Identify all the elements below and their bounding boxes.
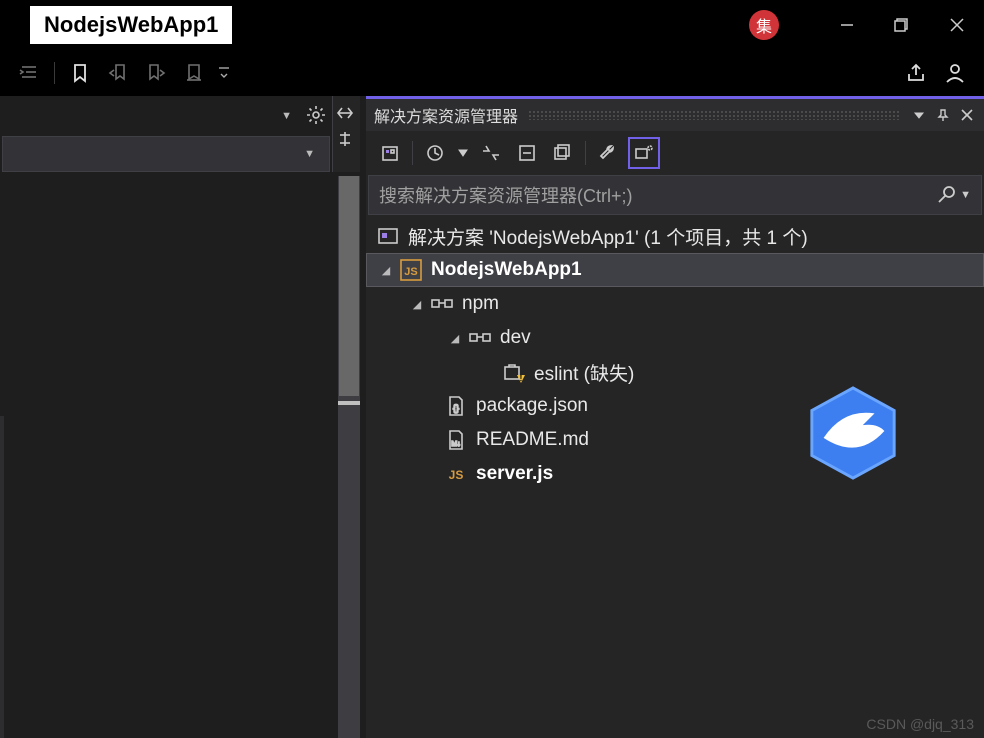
- search-placeholder: 搜索解决方案资源管理器(Ctrl+;): [379, 182, 633, 208]
- chevron-down-icon[interactable]: [455, 137, 471, 169]
- scrollbar-thumb[interactable]: [339, 176, 359, 396]
- gear-icon[interactable]: [306, 105, 328, 127]
- close-icon[interactable]: [958, 106, 976, 124]
- npm-icon: [430, 292, 454, 316]
- panel-title: 解决方案资源管理器: [374, 103, 518, 127]
- watermark: CSDN @djq_313: [866, 716, 974, 732]
- main-toolbar: [0, 50, 984, 96]
- home-icon[interactable]: [374, 137, 406, 169]
- account-icon[interactable]: [938, 56, 972, 90]
- tree-project-node[interactable]: ◢ JS NodejsWebApp1: [366, 253, 984, 287]
- chevron-down-icon[interactable]: ▼: [960, 189, 971, 201]
- indent-icon[interactable]: [12, 56, 46, 90]
- svg-text:JS: JS: [404, 266, 417, 278]
- tree-label: package.json: [476, 395, 588, 417]
- search-input[interactable]: 搜索解决方案资源管理器(Ctrl+;) ▼: [368, 175, 982, 215]
- tree-label: README.md: [476, 429, 589, 451]
- tree-npm-node[interactable]: ◢ npm: [366, 287, 984, 321]
- collapse-all-icon[interactable]: [511, 137, 543, 169]
- title-bar: NodejsWebApp1 集: [0, 0, 984, 50]
- minimize-button[interactable]: [819, 0, 874, 50]
- markdown-file-icon: M↓: [444, 428, 468, 452]
- bookmark-next-icon[interactable]: [139, 56, 173, 90]
- tree-label: eslint (缺失): [534, 359, 634, 386]
- left-pane: ▼ ▼: [0, 96, 360, 738]
- js-project-icon: JS: [399, 258, 423, 282]
- tree-label: 解决方案 'NodejsWebApp1' (1 个项目，共 1 个): [408, 223, 808, 250]
- package-missing-icon: !: [502, 360, 526, 384]
- panel-menu-icon[interactable]: [910, 106, 928, 124]
- panel-grip[interactable]: [528, 110, 900, 120]
- json-file-icon: {}: [444, 394, 468, 418]
- svg-text:M↓: M↓: [451, 441, 460, 448]
- toolbar-overflow-icon[interactable]: [215, 56, 233, 90]
- chevron-down-icon[interactable]: ▼: [304, 148, 315, 160]
- scrollbar[interactable]: [338, 176, 360, 738]
- solution-icon: [376, 224, 400, 248]
- split-vertical-icon[interactable]: [336, 130, 358, 152]
- share-icon[interactable]: [900, 56, 934, 90]
- expander-open-icon[interactable]: ◢: [377, 261, 395, 279]
- bookmark-icon[interactable]: [63, 56, 97, 90]
- sync-icon[interactable]: [475, 137, 507, 169]
- js-file-icon: JS: [444, 462, 468, 486]
- notification-badge[interactable]: 集: [749, 10, 779, 40]
- chevron-down-icon[interactable]: ▼: [281, 110, 292, 122]
- thunder-logo-icon: [804, 384, 902, 482]
- tree-label: NodejsWebApp1: [431, 259, 582, 281]
- left-divider: [0, 416, 4, 738]
- tree-label: server.js: [476, 463, 553, 485]
- dependencies-icon: [468, 326, 492, 350]
- window-title: NodejsWebApp1: [30, 6, 232, 44]
- svg-text:!: !: [520, 374, 523, 383]
- panel-toolbar: [366, 131, 984, 175]
- scroll-marker: [338, 401, 360, 405]
- preview-icon[interactable]: [628, 137, 660, 169]
- maximize-button[interactable]: [874, 0, 929, 50]
- search-icon[interactable]: [934, 183, 958, 207]
- svg-text:{}: {}: [453, 403, 459, 413]
- expander-open-icon[interactable]: ◢: [446, 329, 464, 347]
- tree-solution-node[interactable]: 解决方案 'NodejsWebApp1' (1 个项目，共 1 个): [366, 219, 984, 253]
- properties-wrench-icon[interactable]: [592, 137, 624, 169]
- tree-label: npm: [462, 293, 499, 315]
- panel-header[interactable]: 解决方案资源管理器: [366, 99, 984, 131]
- expander-open-icon[interactable]: ◢: [408, 295, 426, 313]
- show-all-icon[interactable]: [547, 137, 579, 169]
- tree-label: dev: [500, 327, 531, 349]
- split-horizontal-icon[interactable]: [336, 104, 358, 126]
- close-button[interactable]: [929, 0, 984, 50]
- bookmark-prev-icon[interactable]: [101, 56, 135, 90]
- pin-icon[interactable]: [934, 106, 952, 124]
- scope-dropdown[interactable]: ▼: [2, 136, 330, 172]
- tree-dev-node[interactable]: ◢ dev: [366, 321, 984, 355]
- history-icon[interactable]: [419, 137, 451, 169]
- svg-text:JS: JS: [449, 468, 464, 482]
- bookmark-clear-icon[interactable]: [177, 56, 211, 90]
